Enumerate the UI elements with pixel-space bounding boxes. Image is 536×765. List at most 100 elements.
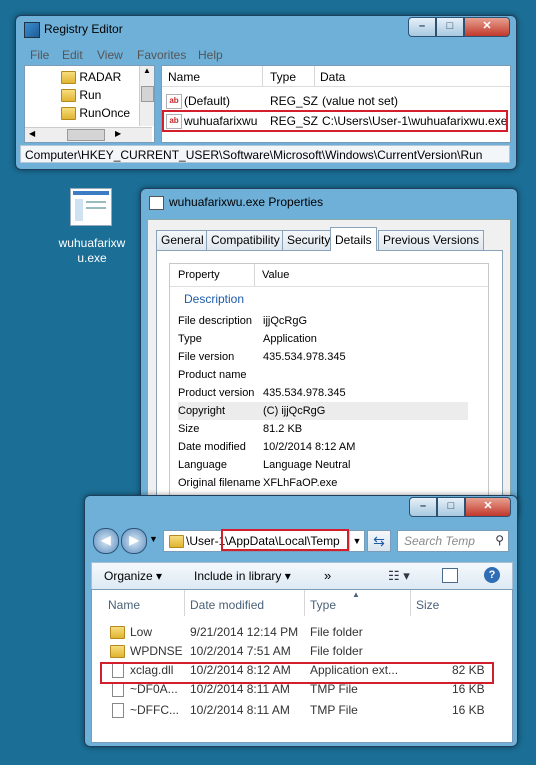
col-header-data[interactable]: Data — [320, 70, 345, 84]
registry-title-bar[interactable]: Registry Editor – □ ✕ — [16, 16, 516, 44]
registry-path: Computer\HKEY_CURRENT_USER\Software\Micr… — [25, 148, 483, 162]
details-section-description: Description — [184, 292, 245, 306]
scroll-left-arrow-icon[interactable]: ◀ — [29, 129, 35, 138]
detail-row-selected[interactable]: Copyright (C) ijjQcRgG — [178, 402, 468, 420]
scroll-thumb[interactable] — [141, 86, 154, 102]
folder-icon — [110, 645, 125, 658]
menu-favorites[interactable]: Favorites — [137, 48, 186, 62]
desktop-icon-wuhuafarixwu[interactable]: wuhuafarixw u.exe — [56, 188, 128, 268]
folder-icon — [61, 89, 76, 103]
registry-app-icon — [24, 22, 40, 38]
col-header-type[interactable]: Type — [310, 598, 336, 612]
detail-row[interactable]: Original filename XFLhFaOP.exe — [178, 474, 468, 492]
tree-item-runonce[interactable]: RunOnce — [61, 106, 130, 121]
folder-icon — [169, 535, 184, 548]
file-list[interactable]: Name Date modified Type ▲ Size Low 9/21/… — [91, 589, 513, 743]
minimize-button[interactable]: – — [408, 17, 436, 37]
close-button[interactable]: ✕ — [464, 17, 510, 37]
col-header-property[interactable]: Property — [178, 269, 220, 281]
registry-menu-bar: File Edit View Favorites Help — [20, 46, 510, 64]
scroll-up-arrow-icon[interactable]: ▲ — [140, 66, 154, 75]
menu-view[interactable]: View — [97, 48, 123, 62]
properties-title-bar[interactable]: wuhuafarixwu.exe Properties — [141, 189, 517, 217]
sort-indicator-icon: ▲ — [352, 590, 360, 599]
h-scroll-thumb[interactable] — [67, 129, 105, 141]
menu-help[interactable]: Help — [198, 48, 223, 62]
forward-button[interactable]: ▶ — [121, 528, 147, 554]
explorer-toolbar: Organize ▾ Include in library ▾ » ☷ ▾ ? — [91, 562, 513, 590]
properties-tabs: General Compatibility Security Details P… — [156, 227, 506, 251]
string-value-icon: ab — [166, 94, 182, 110]
refresh-icon: ⇆ — [373, 533, 385, 549]
col-header-value[interactable]: Value — [262, 269, 289, 281]
maximize-button[interactable]: □ — [436, 17, 464, 37]
tree-vertical-scrollbar[interactable]: ▲ — [139, 66, 154, 126]
col-header-name[interactable]: Name — [168, 70, 200, 84]
folder-icon — [61, 107, 76, 121]
registry-value-row[interactable]: ab (Default) REG_SZ (value not set) — [166, 94, 506, 110]
tree-item-radar[interactable]: RADAR — [61, 70, 121, 85]
tab-security[interactable]: Security — [282, 230, 336, 250]
minimize-button[interactable]: – — [409, 497, 437, 517]
detail-row[interactable]: Size 81.2 KB — [178, 420, 468, 438]
back-button[interactable]: ◀ — [93, 528, 119, 554]
registry-values-list[interactable]: Name Type Data ab (Default) REG_SZ (valu… — [161, 65, 511, 143]
search-placeholder: Search Temp — [404, 534, 475, 548]
detail-row[interactable]: File description ijjQcRgG — [178, 312, 468, 330]
col-header-date-modified[interactable]: Date modified — [190, 598, 264, 612]
exe-file-icon — [70, 188, 112, 226]
menu-file[interactable]: File — [30, 48, 49, 62]
details-panel: Property Value Description File descript… — [156, 250, 503, 525]
maximize-button[interactable]: □ — [437, 497, 465, 517]
forward-arrow-icon: ▶ — [129, 533, 139, 547]
registry-editor-window[interactable]: Registry Editor – □ ✕ File Edit View Fav… — [15, 15, 517, 170]
tab-previous-versions[interactable]: Previous Versions — [378, 230, 485, 250]
col-header-name[interactable]: Name — [108, 598, 140, 612]
tree-item-run[interactable]: Run — [61, 88, 101, 103]
desktop-icon-label: wuhuafarixw u.exe — [58, 236, 126, 265]
explorer-window[interactable]: – □ ✕ ◀ ▶ ▼ \User-1 \AppData\Local\Temp … — [84, 495, 518, 747]
file-row[interactable]: WPDNSE 10/2/2014 7:51 AM File folder — [106, 641, 486, 662]
detail-row[interactable]: File version 435.534.978.345 — [178, 348, 468, 366]
scroll-right-arrow-icon[interactable]: ▶ — [115, 129, 121, 138]
col-header-size[interactable]: Size — [416, 598, 439, 612]
properties-window-icon — [149, 196, 164, 210]
col-header-type[interactable]: Type — [270, 70, 296, 84]
address-prefix[interactable]: \User-1 — [186, 534, 225, 548]
tab-details[interactable]: Details — [330, 227, 377, 251]
detail-row[interactable]: Product name — [178, 366, 468, 384]
detail-row[interactable]: Date modified 10/2/2014 8:12 AM — [178, 438, 468, 456]
properties-window-title: wuhuafarixwu.exe Properties — [169, 195, 324, 209]
details-list[interactable]: Property Value Description File descript… — [169, 263, 489, 525]
help-icon[interactable]: ? — [484, 567, 500, 583]
preview-pane-icon[interactable] — [442, 568, 458, 583]
organize-button[interactable]: Organize ▾ — [104, 569, 162, 583]
back-arrow-icon: ◀ — [101, 533, 111, 547]
close-button[interactable]: ✕ — [465, 497, 511, 517]
registry-status-bar: Computer\HKEY_CURRENT_USER\Software\Micr… — [20, 145, 510, 163]
highlight-temp-path — [221, 529, 349, 551]
registry-key-tree[interactable]: RADAR Run RunOnce ▲ ◀ ▶ — [24, 65, 155, 143]
file-row[interactable]: Low 9/21/2014 12:14 PM File folder — [106, 622, 486, 643]
highlight-xclag-dll — [100, 662, 494, 684]
search-box[interactable]: Search Temp ⚲ — [397, 530, 509, 552]
refresh-button[interactable]: ⇆ — [367, 530, 391, 552]
search-icon: ⚲ — [495, 533, 504, 547]
registry-window-title: Registry Editor — [44, 22, 123, 36]
menu-edit[interactable]: Edit — [62, 48, 83, 62]
tab-general[interactable]: General — [156, 230, 209, 250]
tree-horizontal-scrollbar[interactable]: ◀ ▶ — [25, 127, 152, 142]
folder-icon — [61, 71, 76, 85]
detail-row[interactable]: Type Application — [178, 330, 468, 348]
nav-history-dropdown[interactable]: ▼ — [149, 534, 158, 544]
detail-row[interactable]: Language Language Neutral — [178, 456, 468, 474]
detail-row[interactable]: Product version 435.534.978.345 — [178, 384, 468, 402]
view-options-icon[interactable]: ☷ ▾ — [388, 568, 410, 584]
values-header: Name Type Data — [162, 66, 510, 87]
more-commands-button[interactable]: » — [324, 568, 331, 583]
properties-window[interactable]: wuhuafarixwu.exe Properties General Comp… — [140, 188, 518, 525]
tab-compatibility[interactable]: Compatibility — [206, 230, 285, 250]
address-dropdown-icon[interactable]: ▼ — [349, 531, 364, 551]
include-in-library-button[interactable]: Include in library ▾ — [194, 569, 291, 583]
file-row[interactable]: ~DFFC... 10/2/2014 8:11 AM TMP File 16 K… — [106, 700, 486, 721]
